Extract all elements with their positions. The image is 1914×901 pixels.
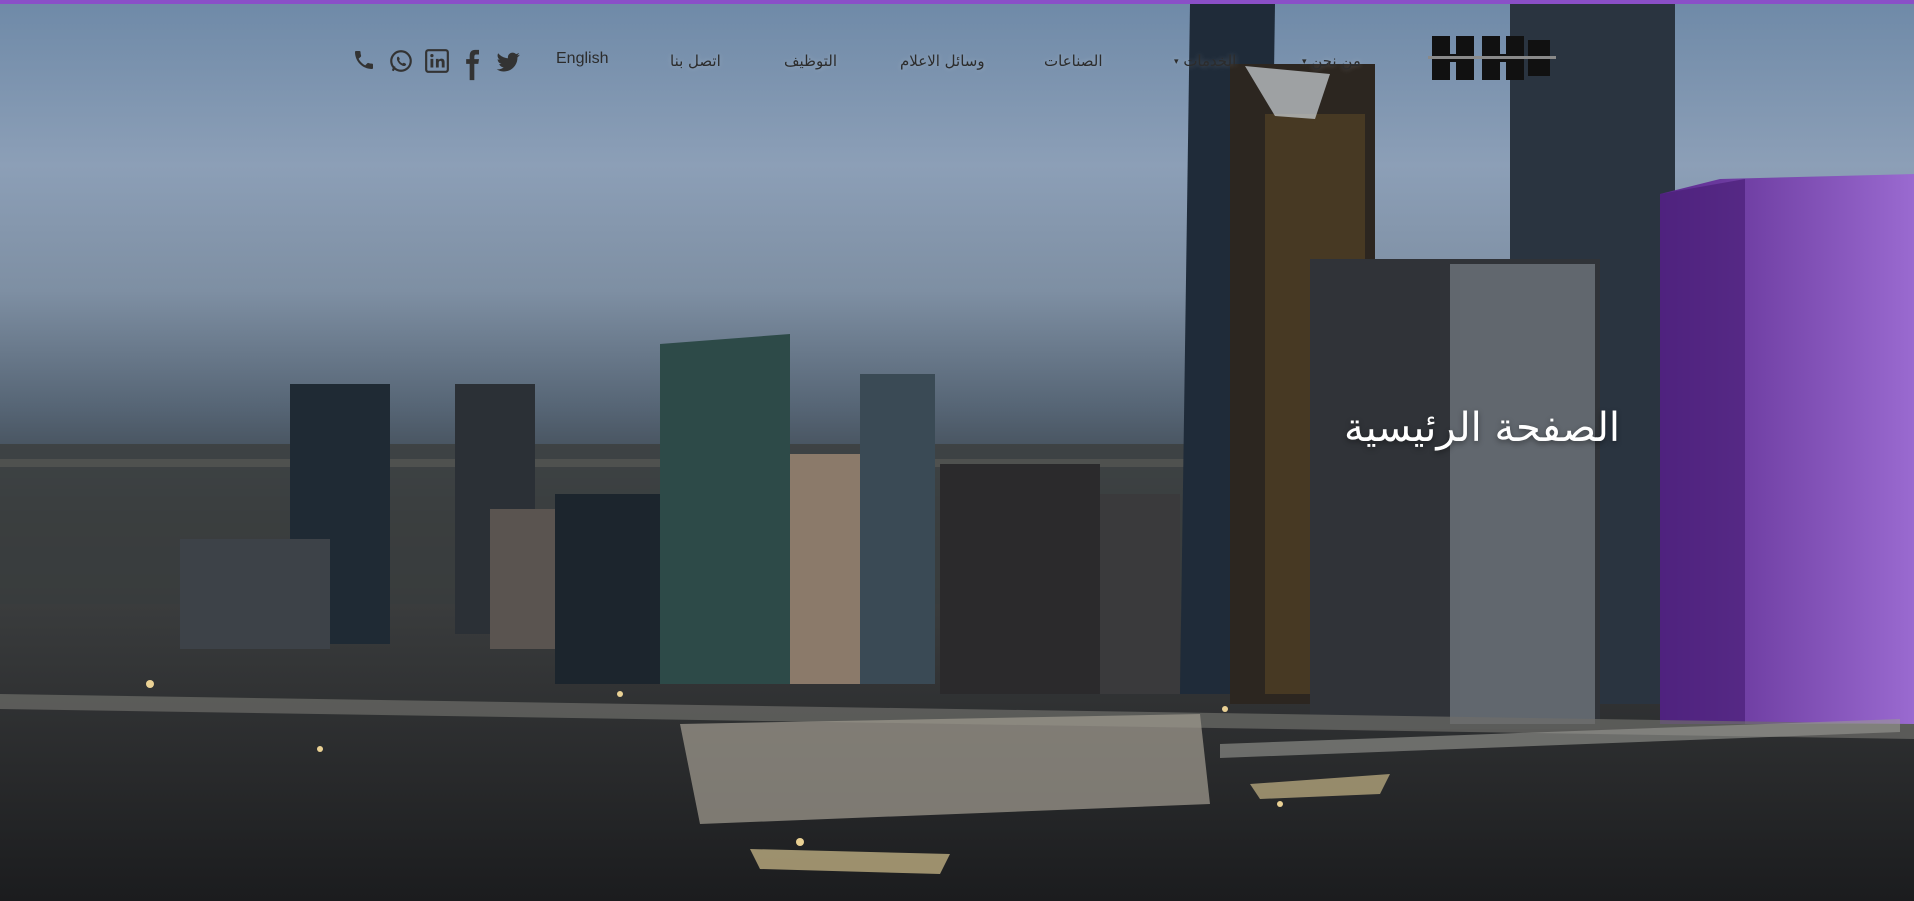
top-accent-bar [0, 0, 1914, 4]
whatsapp-icon[interactable] [388, 48, 416, 76]
phone-icon[interactable] [352, 48, 380, 76]
city-skyline-illustration [0, 4, 1914, 901]
main-navigation: ▾ من نحن ▾ الخدمات الصناعات وسائل الاعلا… [0, 40, 1914, 84]
nav-item-label: اتصل بنا [670, 52, 721, 70]
nav-item-careers[interactable]: التوظيف [784, 52, 837, 70]
twitter-icon[interactable] [494, 48, 522, 76]
nav-item-label: الخدمات [1183, 52, 1237, 70]
hero-title: الصفحة الرئيسية [1344, 405, 1620, 451]
nav-item-contact[interactable]: اتصل بنا [670, 52, 721, 70]
linkedin-icon[interactable] [424, 48, 452, 76]
hero-background: الصفحة الرئيسية [0, 4, 1914, 901]
nav-item-label: وسائل الاعلام [900, 52, 985, 70]
nav-item-label: الصناعات [1044, 52, 1103, 70]
nav-item-media[interactable]: وسائل الاعلام [900, 52, 985, 70]
nav-item-label: التوظيف [784, 52, 838, 70]
nav-item-label: من نحن [1311, 52, 1361, 70]
chevron-down-icon: ▾ [1174, 56, 1179, 67]
chevron-down-icon: ▾ [1302, 56, 1307, 67]
nav-item-industries[interactable]: الصناعات [1044, 52, 1102, 70]
nav-item-services[interactable]: ▾ الخدمات [1172, 52, 1236, 70]
nav-item-about[interactable]: ▾ من نحن [1300, 52, 1361, 70]
language-switch-english[interactable]: English [556, 50, 608, 68]
facebook-icon[interactable] [458, 48, 486, 81]
